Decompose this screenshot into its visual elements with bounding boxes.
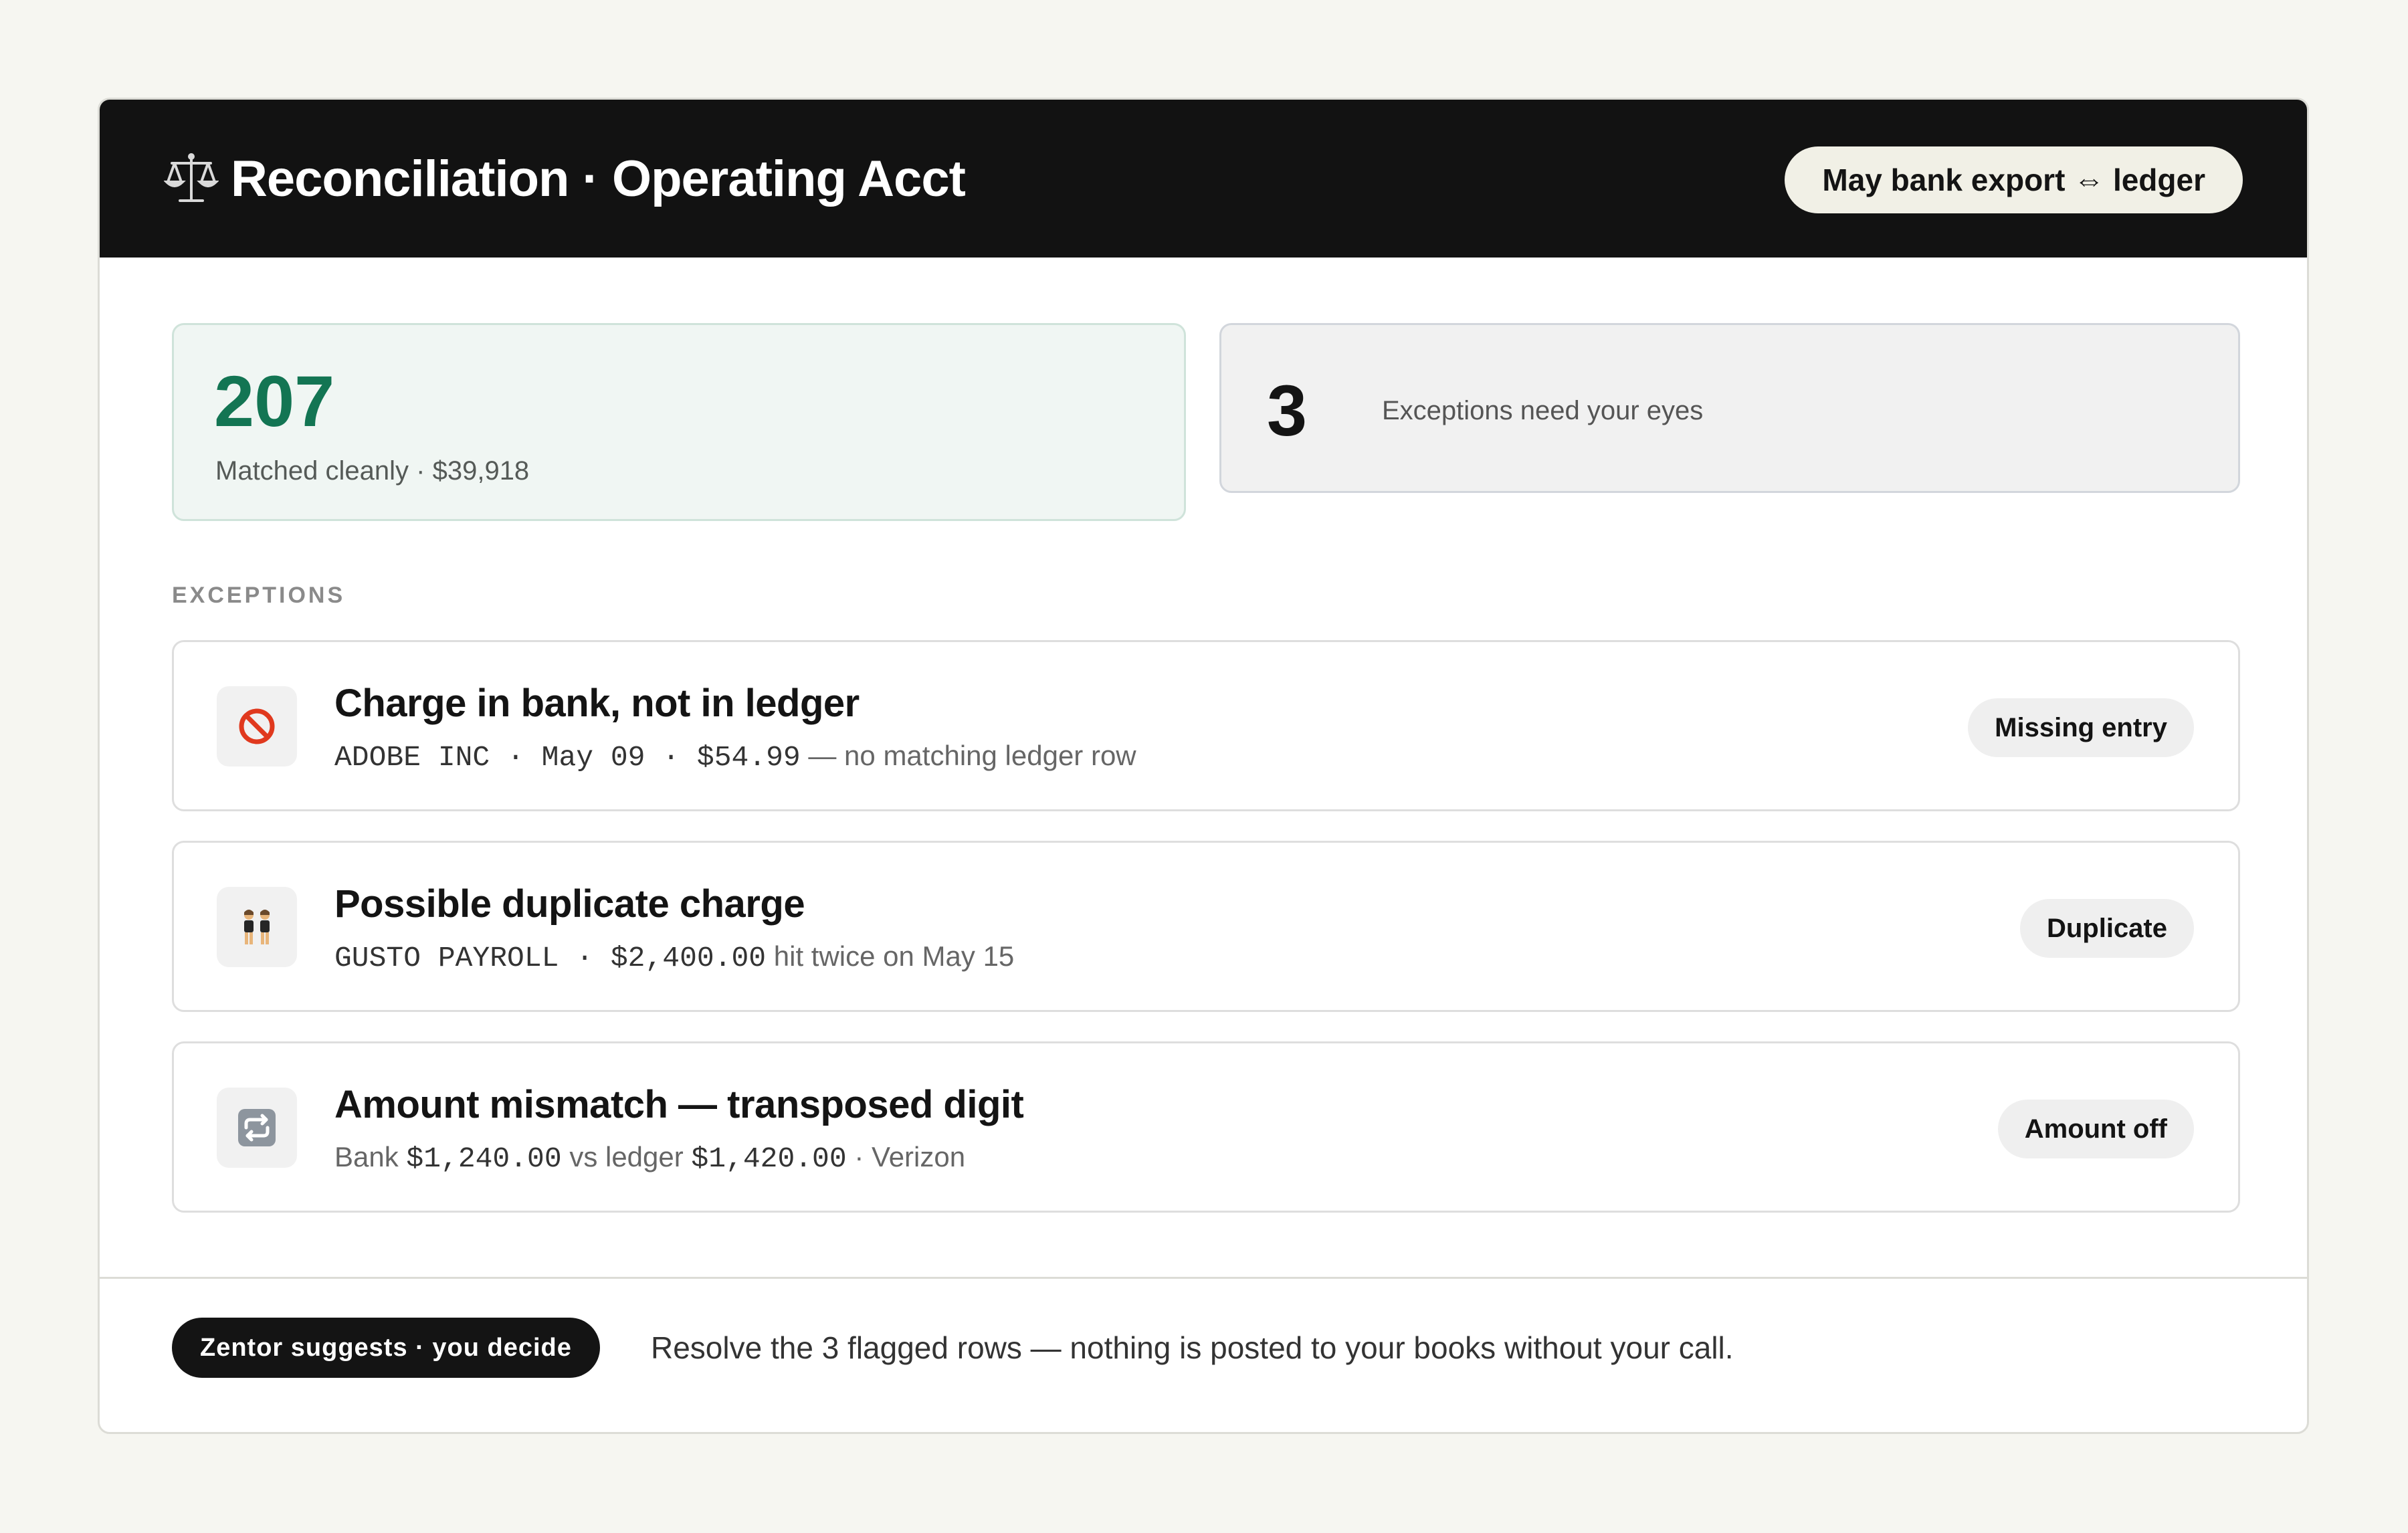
exceptions-stat-card[interactable]: 3 Exceptions need your eyes <box>1219 323 2240 493</box>
exception-title: Amount mismatch — transposed digit <box>334 1083 1024 1126</box>
exception-detail-note: hit twice on May 15 <box>766 940 1015 972</box>
matched-count: 207 <box>214 361 335 441</box>
exception-detail-post: · Verizon <box>846 1141 966 1172</box>
exception-detail-pre: Bank <box>334 1141 407 1172</box>
row-icon-box <box>217 686 297 766</box>
exception-row-amount-off[interactable]: Amount mismatch — transposed digit Bank … <box>172 1041 2240 1213</box>
page-title: Reconciliation · Operating Acct <box>231 150 966 207</box>
row-icon-box <box>217 1088 297 1168</box>
row-icon-box <box>217 887 297 967</box>
amount-off-tag[interactable]: Amount off <box>1997 1100 2194 1158</box>
duplicate-tag[interactable]: Duplicate <box>2019 899 2194 958</box>
exception-title: Possible duplicate charge <box>334 882 805 926</box>
matched-stat-card: 207 Matched cleanly · $39,918 <box>172 323 1186 521</box>
exception-detail-code: ADOBE INC · May 09 · $54.99 <box>334 741 801 774</box>
exception-detail: GUSTO PAYROLL · $2,400.00 hit twice on M… <box>334 940 1014 975</box>
balance-scale-icon <box>164 153 219 202</box>
header-bar: Reconciliation · Operating Acct May bank… <box>100 100 2307 258</box>
exception-row-missing-entry[interactable]: Charge in bank, not in ledger ADOBE INC … <box>172 640 2240 811</box>
repeat-icon <box>238 1109 276 1146</box>
matched-label: Matched cleanly · $39,918 <box>215 456 530 486</box>
reconciliation-card: Reconciliation · Operating Acct May bank… <box>98 98 2309 1434</box>
prohibited-icon <box>239 708 275 744</box>
exceptions-count: 3 <box>1267 370 1308 451</box>
exception-detail-mid: vs ledger <box>561 1141 692 1172</box>
exceptions-label: Exceptions need your eyes <box>1382 396 1704 425</box>
exceptions-section-label: EXCEPTIONS <box>172 583 346 608</box>
bank-amount: $1,240.00 <box>406 1142 562 1175</box>
period-selector-pill[interactable]: May bank export ⇔ ledger <box>1785 146 2243 213</box>
exception-detail: ADOBE INC · May 09 · $54.99 — no matchin… <box>334 740 1136 774</box>
footer-message: Resolve the 3 flagged rows — nothing is … <box>651 1330 1734 1365</box>
ledger-amount: $1,420.00 <box>691 1142 847 1175</box>
exception-title: Charge in bank, not in ledger <box>334 682 860 725</box>
exception-row-duplicate[interactable]: Possible duplicate charge GUSTO PAYROLL … <box>172 841 2240 1012</box>
footer-bar: Zentor suggests · you decide Resolve the… <box>100 1277 2307 1432</box>
exception-detail-note: — no matching ledger row <box>800 740 1136 771</box>
exception-detail: Bank $1,240.00 vs ledger $1,420.00 · Ver… <box>334 1141 965 1175</box>
exception-detail-code: GUSTO PAYROLL · $2,400.00 <box>334 942 767 975</box>
missing-entry-tag[interactable]: Missing entry <box>1968 698 2194 757</box>
title-group: Reconciliation · Operating Acct <box>164 100 966 258</box>
twins-icon <box>244 910 270 944</box>
suggestion-pill: Zentor suggests · you decide <box>172 1318 600 1378</box>
